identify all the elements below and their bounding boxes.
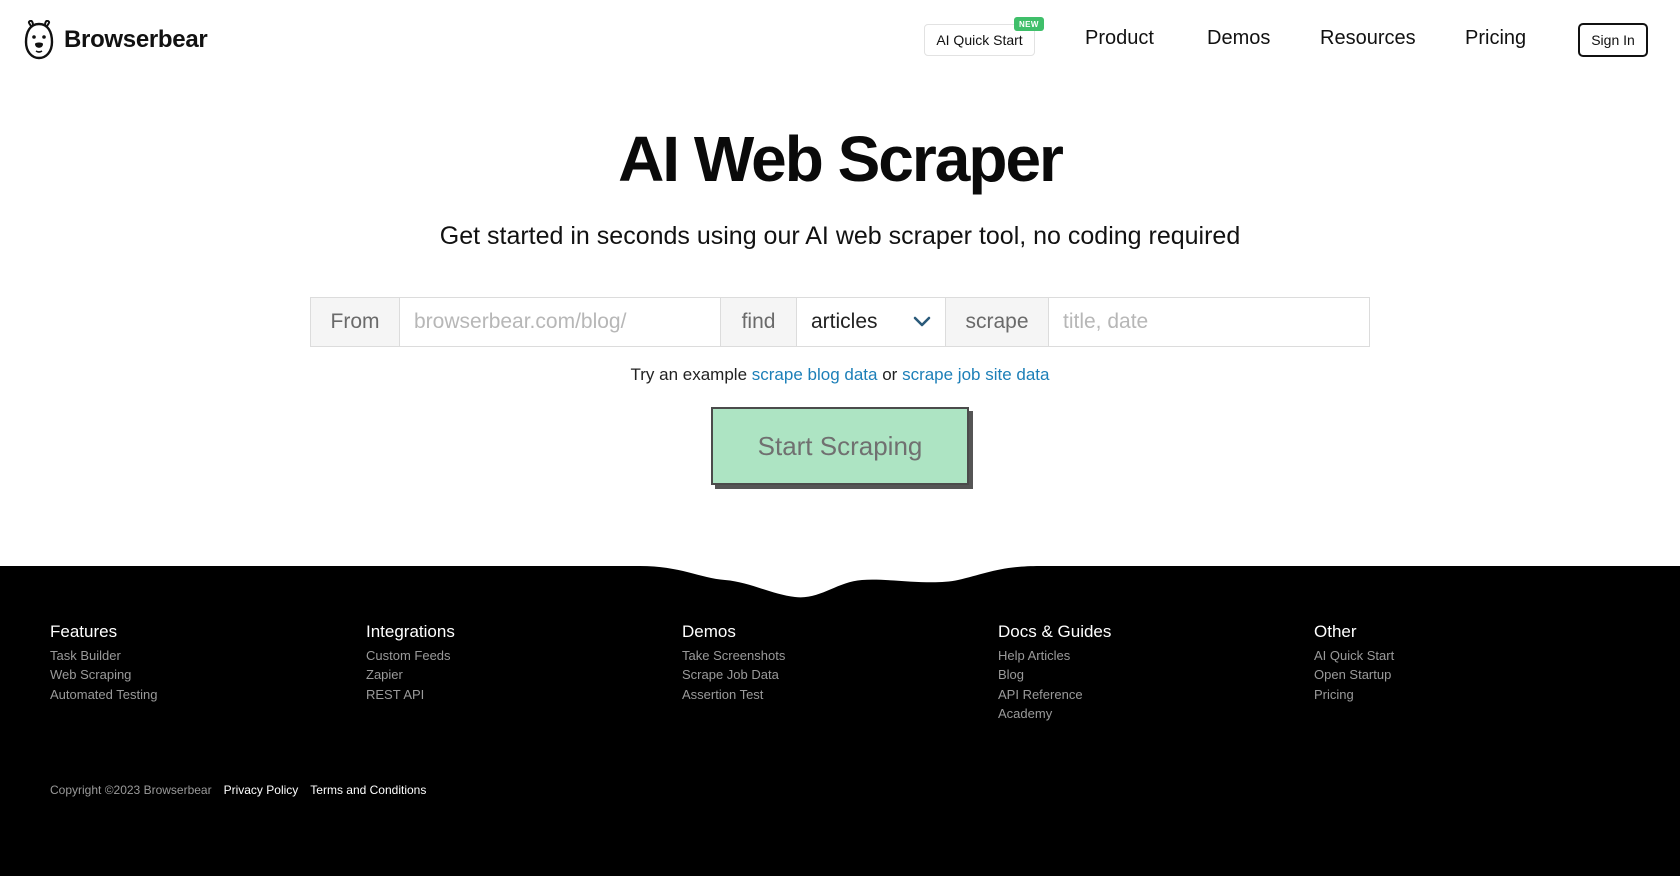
find-label: find xyxy=(720,298,797,346)
footer-link[interactable]: Custom Feeds xyxy=(366,646,455,665)
terms-link[interactable]: Terms and Conditions xyxy=(310,783,426,797)
url-input[interactable] xyxy=(400,298,720,346)
example-line: Try an example scrape blog data or scrap… xyxy=(0,365,1680,385)
footer-heading: Features xyxy=(50,622,118,641)
scrape-label: scrape xyxy=(945,298,1049,346)
footer-heading: Other xyxy=(1314,622,1357,641)
footer-column-integrations: Integrations Custom Feeds Zapier REST AP… xyxy=(366,622,455,704)
scraper-form: From find articles scrape xyxy=(310,297,1370,347)
page-subtitle: Get started in seconds using our AI web … xyxy=(439,222,1241,250)
start-scraping-button[interactable]: Start Scraping xyxy=(711,407,969,485)
footer-column-other: Other AI Quick Start Open Startup Pricin… xyxy=(1314,622,1394,704)
footer-link[interactable]: Automated Testing xyxy=(50,685,157,704)
footer-link[interactable]: Pricing xyxy=(1314,685,1394,704)
footer-link[interactable]: AI Quick Start xyxy=(1314,646,1394,665)
footer-heading: Docs & Guides xyxy=(998,622,1112,641)
sign-in-button[interactable]: Sign In xyxy=(1578,23,1648,57)
nav-product[interactable]: Product xyxy=(1085,27,1154,50)
copyright-text: Copyright ©2023 Browserbear xyxy=(50,783,212,797)
page-title: AI Web Scraper xyxy=(618,123,1064,195)
footer-heading: Integrations xyxy=(366,622,455,641)
fields-input[interactable] xyxy=(1049,298,1369,346)
footer-link[interactable]: Take Screenshots xyxy=(682,646,785,665)
privacy-policy-link[interactable]: Privacy Policy xyxy=(224,783,299,797)
site-header: Browserbear AI Quick Start NEW Product D… xyxy=(0,0,1680,80)
footer-link[interactable]: Open Startup xyxy=(1314,665,1394,684)
main-nav: AI Quick Start NEW Product Demos Resourc… xyxy=(0,0,1680,80)
footer-column-features: Features Task Builder Web Scraping Autom… xyxy=(50,622,157,704)
nav-demos[interactable]: Demos xyxy=(1207,27,1270,50)
nav-resources[interactable]: Resources xyxy=(1320,27,1416,50)
footer-bottom-bar: Copyright ©2023 Browserbear Privacy Poli… xyxy=(50,783,426,797)
footer-link[interactable]: Zapier xyxy=(366,665,455,684)
from-label: From xyxy=(311,298,400,346)
footer-column-demos: Demos Take Screenshots Scrape Job Data A… xyxy=(682,622,785,704)
footer-column-docs: Docs & Guides Help Articles Blog API Ref… xyxy=(998,622,1111,724)
footer-link[interactable]: Academy xyxy=(998,704,1111,723)
new-badge: NEW xyxy=(1014,17,1044,31)
nav-pricing[interactable]: Pricing xyxy=(1465,27,1526,50)
footer-link[interactable]: Scrape Job Data xyxy=(682,665,785,684)
footer-link[interactable]: Assertion Test xyxy=(682,685,785,704)
footer-heading: Demos xyxy=(682,622,736,641)
find-select-value: articles xyxy=(811,310,878,333)
example-joiner: or xyxy=(882,365,898,384)
footer-link[interactable]: Web Scraping xyxy=(50,665,157,684)
footer-wave-decoration xyxy=(640,566,1040,598)
chevron-down-icon xyxy=(913,316,931,327)
footer-link[interactable]: Help Articles xyxy=(998,646,1111,665)
footer-link[interactable]: REST API xyxy=(366,685,455,704)
site-footer xyxy=(0,566,1680,876)
find-select[interactable]: articles xyxy=(797,298,945,346)
footer-link[interactable]: Blog xyxy=(998,665,1111,684)
footer-link[interactable]: API Reference xyxy=(998,685,1111,704)
example-prefix: Try an example xyxy=(630,365,748,384)
example-link-jobs[interactable]: scrape job site data xyxy=(902,365,1049,384)
footer-link[interactable]: Task Builder xyxy=(50,646,157,665)
example-link-blog[interactable]: scrape blog data xyxy=(752,365,878,384)
